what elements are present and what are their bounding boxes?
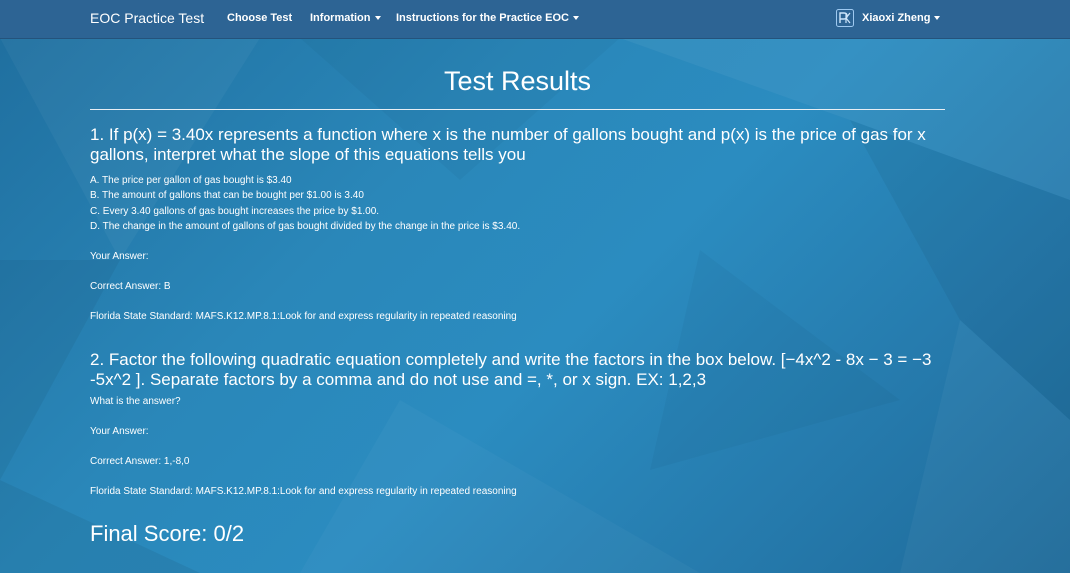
question-1-your-answer: Your Answer:	[90, 251, 149, 263]
choice-d: D. The change in the amount of gallons o…	[90, 220, 521, 232]
top-navbar: EOC Practice Test Choose Test Informatio…	[0, 0, 1070, 39]
chevron-down-icon	[572, 16, 579, 21]
nav-instructions-dropdown[interactable]: Instructions for the Practice EOC	[396, 12, 579, 24]
results-container: Test Results 1. If p(x) = 3.40x represen…	[90, 38, 945, 547]
question-1-correct-answer: Correct Answer: B	[90, 281, 171, 293]
question-2-prompt: What is the answer?	[90, 396, 181, 408]
choice-a: A. The price per gallon of gas bought is…	[90, 175, 292, 186]
choice-b: B. The amount of gallons that can be bou…	[90, 190, 364, 202]
page-title: Test Results	[443, 66, 592, 96]
nav-choose-test-label: Choose Test	[227, 12, 293, 24]
chevron-down-icon	[374, 16, 381, 21]
choice-c: C. Every 3.40 gallons of gas bought incr…	[90, 205, 380, 217]
question-2-standard: Florida State Standard: MAFS.K12.MP.8.1:…	[90, 486, 517, 498]
user-name-label: Xiaoxi Zheng	[862, 12, 931, 24]
question-1-text: 1. If p(x) = 3.40x represents a function…	[90, 125, 926, 164]
question-2-text: 2. Factor the following quadratic equati…	[90, 350, 932, 390]
nav-information-label: Information	[310, 12, 371, 24]
question-1-choices: A. The price per gallon of gas bought is…	[90, 173, 945, 234]
nav-instructions-label: Instructions for the Practice EOC	[396, 12, 569, 24]
question-1: 1. If p(x) = 3.40x represents a function…	[90, 125, 945, 324]
brand-link[interactable]: EOC Practice Test	[90, 10, 204, 26]
question-2: 2. Factor the following quadratic equati…	[90, 350, 945, 499]
nav-information-dropdown[interactable]: Information	[310, 12, 381, 24]
final-score: Final Score: 0/2	[90, 521, 245, 547]
question-2-your-answer: Your Answer:	[90, 426, 149, 438]
question-2-correct-answer: Correct Answer: 1,-8,0	[90, 456, 190, 468]
avatar-logo-icon	[836, 9, 854, 27]
title-divider	[90, 109, 945, 110]
nav-choose-test[interactable]: Choose Test	[227, 12, 292, 24]
user-name: Xiaoxi Zheng	[862, 12, 941, 24]
question-1-standard: Florida State Standard: MAFS.K12.MP.8.1:…	[90, 311, 517, 323]
chevron-down-icon	[934, 16, 941, 21]
